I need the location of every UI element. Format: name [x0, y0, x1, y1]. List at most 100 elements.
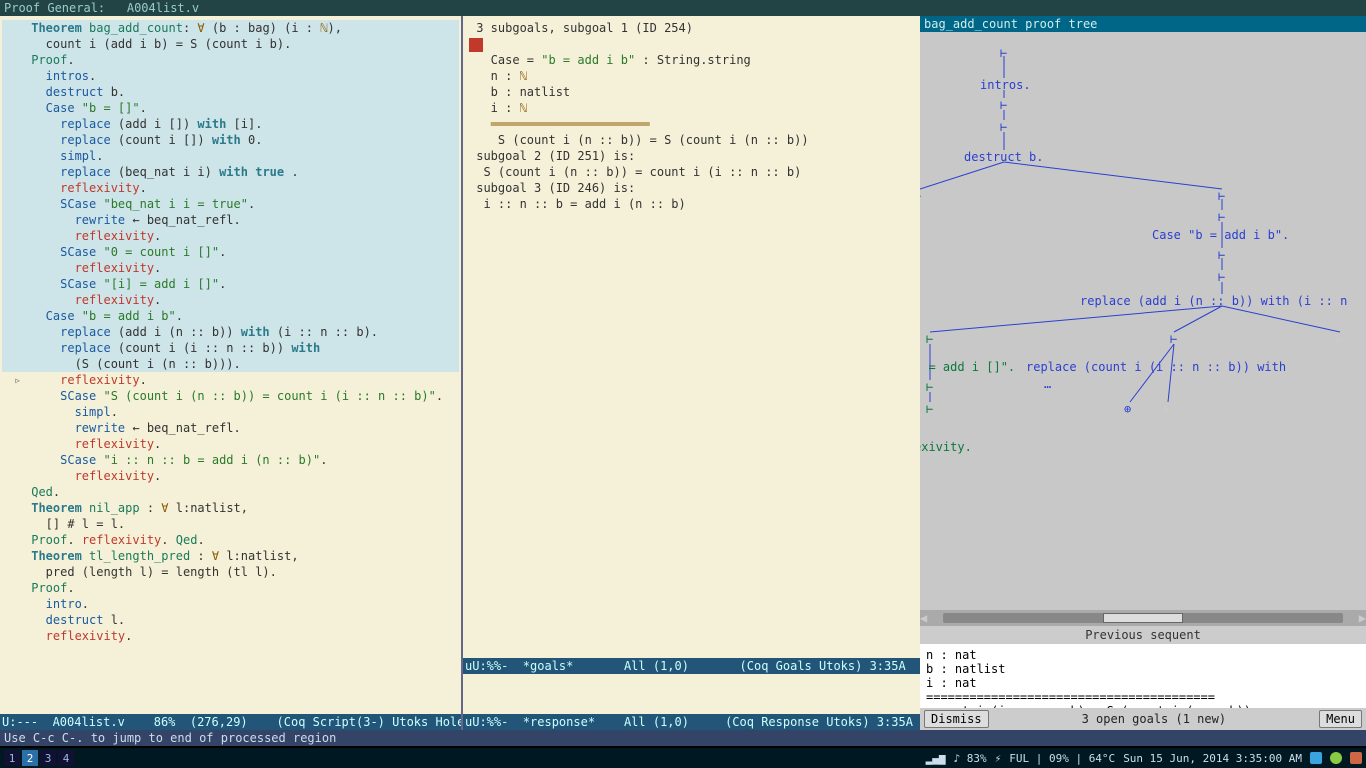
script-pane[interactable]: Theorem bag_add_count: ∀ (b : bag) (i : …: [0, 16, 461, 730]
code-line[interactable]: reflexivity.: [2, 228, 459, 244]
workspace-3[interactable]: 3: [40, 750, 56, 766]
prooftree-node[interactable]: ] = add i []".: [920, 360, 1015, 374]
response-pane[interactable]: [463, 674, 920, 714]
code-line[interactable]: Theorem bag_add_count: ∀ (b : bag) (i : …: [2, 20, 459, 36]
prooftree-node[interactable]: ⊢: [1170, 332, 1177, 346]
code-line[interactable]: destruct b.: [2, 84, 459, 100]
code-line[interactable]: SCase "i :: n :: b = add i (n :: b)".: [2, 452, 459, 468]
code-line[interactable]: rewrite ← beq_nat_refl.: [2, 212, 459, 228]
prooftree-node[interactable]: ⊢: [926, 380, 933, 394]
prooftree-node[interactable]: ⊢: [1336, 332, 1343, 346]
system-tray: ▂▄▆ ♪ 83% ⚡ FUL | 09% | 64°C Sun 15 Jun,…: [926, 752, 1362, 765]
prooftree-canvas[interactable]: ⊢ intros. ⊢ ⊢ destruct b. ⊢ ⊢ ⊢ Case "b = add i …: [920, 32, 1366, 610]
scroll-thumb[interactable]: [1103, 613, 1183, 623]
prooftree-node[interactable]: exivity.: [920, 440, 972, 454]
tray-icon[interactable]: [1330, 752, 1342, 764]
prooftree-node[interactable]: ⊢: [926, 332, 933, 346]
prooftree-node[interactable]: Case "b = add i b".: [1152, 228, 1289, 242]
prooftree-node[interactable]: ⊢: [1218, 270, 1225, 284]
code-line[interactable]: replace (count i []) with 0.: [2, 132, 459, 148]
code-line[interactable]: reflexivity.: [2, 628, 459, 644]
code-line[interactable]: Qed.: [2, 484, 459, 500]
goals-line: i : ℕ: [469, 100, 914, 116]
code-line[interactable]: SCase "S (count i (n :: b)) = count i (i…: [2, 388, 459, 404]
goals-pane[interactable]: 3 subgoals, subgoal 1 (ID 254) Case = "b…: [463, 16, 920, 658]
code-line[interactable]: SCase "beq_nat i i = true".: [2, 196, 459, 212]
scroll-right-icon[interactable]: ▶: [1359, 611, 1366, 625]
code-line[interactable]: SCase "[i] = add i []".: [2, 276, 459, 292]
modeline-goals: uU:%%- *goals* All (1,0) (Coq Goals Utok…: [463, 658, 920, 674]
prooftree-node[interactable]: replace (add i (n :: b)) with (i :: n: [1080, 294, 1347, 308]
prooftree-node[interactable]: ⊢: [1218, 210, 1225, 224]
tray-icon[interactable]: [1350, 752, 1362, 764]
code-line[interactable]: (S (count i (n :: b))).: [2, 356, 459, 372]
code-line[interactable]: simpl.: [2, 148, 459, 164]
code-line[interactable]: pred (length l) = length (tl l).: [2, 564, 459, 580]
goals-line: S (count i (n :: b)) = S (count i (n :: …: [469, 132, 914, 148]
code-line[interactable]: replace (add i (n :: b)) with (i :: n ::…: [2, 324, 459, 340]
code-line[interactable]: ▹ reflexivity.: [2, 372, 459, 388]
prooftree-node[interactable]: …: [1044, 377, 1051, 391]
code-line[interactable]: Case "b = add i b".: [2, 308, 459, 324]
code-line[interactable]: reflexivity.: [2, 436, 459, 452]
code-line[interactable]: simpl.: [2, 404, 459, 420]
code-line[interactable]: Proof.: [2, 580, 459, 596]
taskbar[interactable]: 1234 ▂▄▆ ♪ 83% ⚡ FUL | 09% | 64°C Sun 15…: [0, 748, 1366, 768]
code-line[interactable]: intros.: [2, 68, 459, 84]
prooftree-node[interactable]: ⊢: [1164, 402, 1171, 416]
workspace-switcher[interactable]: 1234: [4, 750, 74, 766]
prooftree-node[interactable]: replace (count i (i :: n :: b)) with: [1026, 360, 1286, 374]
scroll-left-icon[interactable]: ◀: [920, 611, 927, 625]
prooftree-node[interactable]: destruct b.: [964, 150, 1043, 164]
code-line[interactable]: reflexivity.: [2, 180, 459, 196]
prooftree-node[interactable]: ⊕: [1124, 402, 1131, 416]
prooftree-node[interactable]: ⊢: [1218, 248, 1225, 262]
code-line[interactable]: SCase "0 = count i []".: [2, 244, 459, 260]
prooftree-node[interactable]: ⊢: [1218, 189, 1225, 203]
goals-line: i :: n :: b = add i (n :: b): [469, 196, 914, 212]
code-line[interactable]: replace (add i []) with [i].: [2, 116, 459, 132]
goals-line: 3 subgoals, subgoal 1 (ID 254): [469, 20, 914, 36]
code-line[interactable]: [] # l = l.: [2, 516, 459, 532]
prooftree-node[interactable]: ⊢: [920, 189, 921, 203]
code-line[interactable]: reflexivity.: [2, 260, 459, 276]
code-line[interactable]: reflexivity.: [2, 292, 459, 308]
prooftree-node[interactable]: ⊢: [1000, 46, 1007, 60]
file-name: A004list.v: [127, 1, 199, 15]
code-line[interactable]: intro.: [2, 596, 459, 612]
code-line[interactable]: Case "b = []".: [2, 100, 459, 116]
goals-status: 3 open goals (1 new): [995, 712, 1314, 726]
code-line[interactable]: rewrite ← beq_nat_refl.: [2, 420, 459, 436]
code-line[interactable]: Theorem nil_app : ∀ l:natlist,: [2, 500, 459, 516]
previous-sequent-body: n : nat b : natlist i : nat ============…: [920, 644, 1366, 708]
modeline-response: uU:%%- *response* All (1,0) (Coq Respons…: [463, 714, 920, 730]
code-line[interactable]: count i (add i b) = S (count i b).: [2, 36, 459, 52]
scrollbar-h[interactable]: ◀ ▶: [920, 610, 1366, 626]
prooftree-node[interactable]: ⊢: [1000, 120, 1007, 134]
code-line[interactable]: Proof. reflexivity. Qed.: [2, 532, 459, 548]
code-line[interactable]: Theorem tl_length_pred : ∀ l:natlist,: [2, 548, 459, 564]
previous-sequent-header: Previous sequent: [920, 626, 1366, 644]
goals-line: b : natlist: [469, 84, 914, 100]
code-line[interactable]: reflexivity.: [2, 468, 459, 484]
echo-area: Use C-c C-. to jump to end of processed …: [0, 730, 1366, 746]
goals-line: subgoal 3 (ID 246) is:: [469, 180, 914, 196]
locked-region-marker: ▹: [14, 372, 21, 388]
tray-icon[interactable]: [1310, 752, 1322, 764]
goals-line: ══════════════════════: [469, 116, 914, 132]
prooftree-node[interactable]: ⊢: [926, 402, 933, 416]
code-line[interactable]: destruct l.: [2, 612, 459, 628]
dismiss-button[interactable]: Dismiss: [924, 710, 989, 728]
menu-button[interactable]: Menu: [1319, 710, 1362, 728]
workspace-1[interactable]: 1: [4, 750, 20, 766]
prooftree-node[interactable]: intros.: [980, 78, 1031, 92]
code-line[interactable]: Proof.: [2, 52, 459, 68]
code-line[interactable]: replace (count i (i :: n :: b)) with: [2, 340, 459, 356]
workspace-4[interactable]: 4: [58, 750, 74, 766]
code-line[interactable]: replace (beq_nat i i) with true .: [2, 164, 459, 180]
goals-line: subgoal 2 (ID 251) is:: [469, 148, 914, 164]
network-icon: ▂▄▆: [926, 752, 946, 765]
workspace-2[interactable]: 2: [22, 750, 38, 766]
goals-line: S (count i (n :: b)) = count i (i :: n :…: [469, 164, 914, 180]
prooftree-node[interactable]: ⊢: [1000, 98, 1007, 112]
